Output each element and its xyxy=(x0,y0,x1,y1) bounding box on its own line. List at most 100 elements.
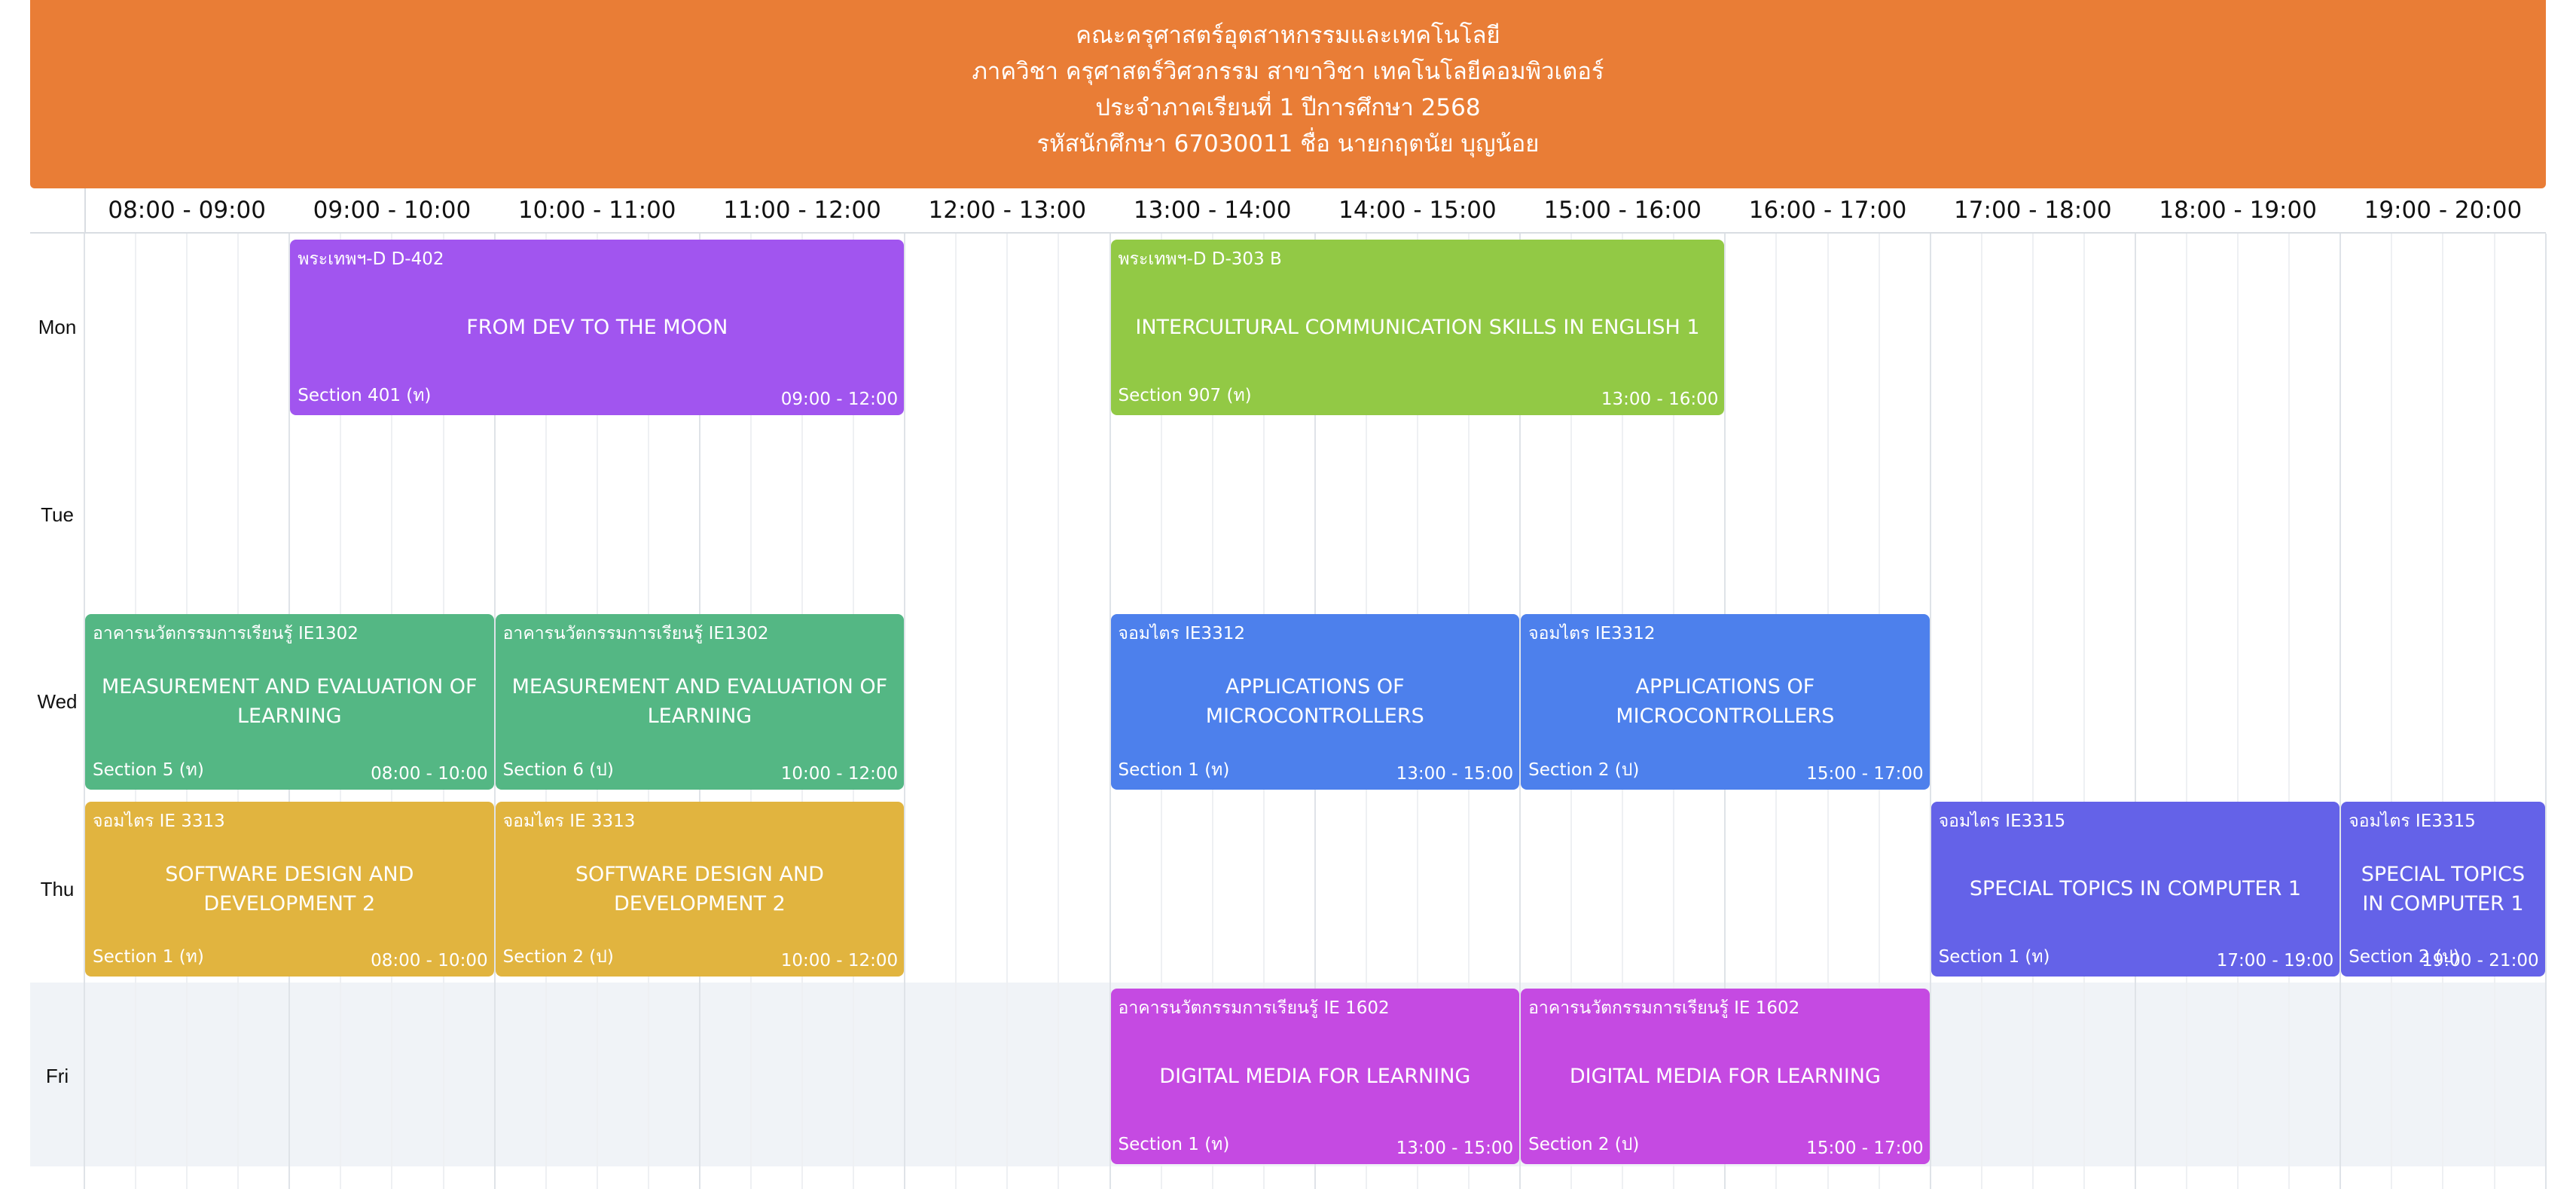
class-section: Section 1 (ท) xyxy=(1118,1134,1230,1154)
hour-gridline xyxy=(904,234,906,1189)
hour-gridline xyxy=(2339,234,2342,1189)
class-block[interactable]: อาคารนวัตกรรมการเรียนรู้ IE 1602 DIGITAL … xyxy=(1521,989,1930,1164)
quarter-gridline xyxy=(2186,234,2188,1189)
day-label-wed: Wed xyxy=(37,690,78,713)
time-slot-label: 15:00 - 16:00 xyxy=(1543,197,1702,224)
quarter-gridline xyxy=(2391,234,2393,1189)
class-time: 10:00 - 12:00 xyxy=(780,951,899,970)
class-title: SOFTWARE DESIGN AND DEVELOPMENT 2 xyxy=(165,862,414,915)
class-section: Section 1 (ท) xyxy=(1938,947,2050,967)
class-location: อาคารนวัตกรรมการเรียนรู้ IE1302 xyxy=(93,624,359,643)
class-time: 08:00 - 10:00 xyxy=(371,951,488,970)
class-section: Section 2 (ป) xyxy=(502,947,614,967)
class-time: 15:00 - 17:00 xyxy=(1806,763,1924,784)
class-location: จอมไตร IE3312 xyxy=(1528,624,1656,643)
class-location: จอมไตร IE3315 xyxy=(2349,811,2476,831)
class-title: SPECIAL TOPICS IN COMPUTER 1 xyxy=(2361,862,2526,915)
quarter-gridline xyxy=(2031,234,2034,1189)
class-section: Section 2 (ป) xyxy=(1528,1134,1640,1154)
class-location: พระเทพฯ-D D-303 B xyxy=(1118,249,1282,269)
class-block[interactable]: จอมไตร IE3312 APPLICATIONS OF MICROCONTRO… xyxy=(1110,614,1520,790)
class-location: อาคารนวัตกรรมการเรียนรู้ IE 1602 xyxy=(1528,998,1800,1018)
time-slot-label: 12:00 - 13:00 xyxy=(928,197,1087,224)
time-slot-label: 16:00 - 17:00 xyxy=(1748,197,1907,224)
class-title: FROM DEV TO THE MOON xyxy=(466,315,728,339)
hour-gridline xyxy=(2135,234,2136,1189)
quarter-gridline xyxy=(955,234,957,1189)
quarter-gridline xyxy=(2237,234,2239,1189)
hour-gridline xyxy=(2544,234,2547,1189)
time-slot-label: 09:00 - 10:00 xyxy=(313,197,472,224)
timetable: คณะครุศาสตร์อุตสาหกรรมและเทคโนโลยี ภาควิ… xyxy=(30,0,2547,1189)
class-section: Section 1 (ท) xyxy=(1118,760,1230,780)
time-slot-label: 19:00 - 20:00 xyxy=(2364,197,2523,224)
timetable-header: คณะครุศาสตร์อุตสาหกรรมและเทคโนโลยี ภาควิ… xyxy=(30,0,2546,188)
class-location: จอมไตร IE3315 xyxy=(1938,811,2066,831)
class-time: 19:00 - 21:00 xyxy=(2422,951,2539,970)
class-block[interactable]: พระเทพฯ-D D-402 FROM DEV TO THE MOON Secti… xyxy=(290,240,905,415)
day-label-fri: Fri xyxy=(45,1065,69,1087)
time-slot-label: 14:00 - 15:00 xyxy=(1338,197,1497,224)
class-section: Section 5 (ท) xyxy=(93,760,204,780)
class-time: 15:00 - 17:00 xyxy=(1806,1138,1924,1158)
class-section: Section 907 (ท) xyxy=(1118,385,1252,405)
time-slot-label: 08:00 - 09:00 xyxy=(108,197,266,224)
class-location: อาคารนวัตกรรมการเรียนรู้ IE 1602 xyxy=(1118,998,1390,1018)
quarter-gridline xyxy=(2288,234,2291,1189)
class-title: DIGITAL MEDIA FOR LEARNING xyxy=(1569,1064,1881,1088)
class-title: INTERCULTURAL COMMUNICATION SKILLS IN EN… xyxy=(1135,315,1700,339)
class-block[interactable]: จอมไตร IE 3313 SOFTWARE DESIGN AND DEVELO… xyxy=(85,801,494,977)
class-location: อาคารนวัตกรรมการเรียนรู้ IE1302 xyxy=(502,624,769,643)
class-block[interactable]: พระเทพฯ-D D-303 B INTERCULTURAL COMMUNICA… xyxy=(1110,240,1725,415)
class-time: 13:00 - 16:00 xyxy=(1601,389,1719,409)
header-row-divider xyxy=(30,232,2546,234)
class-title: MEASUREMENT AND EVALUATION OF LEARNING xyxy=(102,675,478,729)
class-block[interactable]: อาคารนวัตกรรมการเรียนรู้ IE1302 MEASUREME… xyxy=(495,614,905,790)
department-title: ภาควิชา ครุศาสตร์วิศวกรรม สาขาวิชา เทคโน… xyxy=(972,58,1604,85)
class-section: Section 401 (ท) xyxy=(298,385,432,405)
class-location: จอมไตร IE 3313 xyxy=(502,811,636,831)
class-block[interactable]: จอมไตร IE 3313 SOFTWARE DESIGN AND DEVELO… xyxy=(495,801,905,977)
class-title: SPECIAL TOPICS IN COMPUTER 1 xyxy=(1969,877,2302,901)
day-label-thu: Thu xyxy=(40,877,75,900)
class-location: จอมไตร IE 3313 xyxy=(93,811,225,831)
class-title: APPLICATIONS OF MICROCONTROLLERS xyxy=(1616,675,1835,729)
class-block[interactable]: จอมไตร IE3315 SPECIAL TOPICS IN COMPUTER … xyxy=(2341,801,2545,977)
class-time: 17:00 - 19:00 xyxy=(2216,951,2334,970)
time-slot-label: 13:00 - 14:00 xyxy=(1133,197,1292,224)
quarter-gridline xyxy=(2083,234,2085,1189)
quarter-gridline xyxy=(2493,234,2495,1189)
semester-title: ประจำภาคเรียนที่ 1 ปีการศึกษา 2568 xyxy=(1095,94,1481,121)
quarter-gridline xyxy=(1006,234,1009,1189)
time-slot-label: 18:00 - 19:00 xyxy=(2159,197,2317,224)
day-label-mon: Mon xyxy=(38,316,77,338)
class-time: 08:00 - 10:00 xyxy=(371,763,488,784)
student-info: รหัสนักศึกษา 67030011 ชื่อ นายกฤตนัย บุญ… xyxy=(1036,130,1540,157)
class-title: SOFTWARE DESIGN AND DEVELOPMENT 2 xyxy=(575,862,824,915)
quarter-gridline xyxy=(1980,234,1982,1189)
day-label-tue: Tue xyxy=(41,503,74,526)
class-time: 09:00 - 12:00 xyxy=(780,389,899,409)
class-title: APPLICATIONS OF MICROCONTROLLERS xyxy=(1205,675,1424,729)
class-location: พระเทพฯ-D D-402 xyxy=(298,249,444,269)
quarter-gridline xyxy=(1058,234,1060,1189)
time-slot-label: 10:00 - 11:00 xyxy=(517,197,676,224)
class-section: Section 6 (ป) xyxy=(502,760,614,780)
class-block[interactable]: จอมไตร IE3312 APPLICATIONS OF MICROCONTRO… xyxy=(1521,614,1930,790)
class-block[interactable]: อาคารนวัตกรรมการเรียนรู้ IE 1602 DIGITAL … xyxy=(1110,989,1520,1164)
quarter-gridline xyxy=(2442,234,2444,1189)
class-time: 10:00 - 12:00 xyxy=(780,763,899,784)
class-block[interactable]: จอมไตร IE3315 SPECIAL TOPICS IN COMPUTER … xyxy=(1930,801,2340,977)
class-section: Section 2 (ป) xyxy=(1528,760,1640,780)
class-location: จอมไตร IE3312 xyxy=(1118,624,1245,643)
time-slot-label: 11:00 - 12:00 xyxy=(723,197,881,224)
faculty-title: คณะครุศาสตร์อุตสาหกรรมและเทคโนโลยี xyxy=(1076,22,1500,49)
class-title: MEASUREMENT AND EVALUATION OF LEARNING xyxy=(511,675,888,729)
class-title: DIGITAL MEDIA FOR LEARNING xyxy=(1159,1064,1471,1088)
hour-gridline xyxy=(1929,234,1931,1189)
class-section: Section 1 (ท) xyxy=(93,947,204,967)
class-time: 13:00 - 15:00 xyxy=(1396,763,1514,784)
time-slot-label: 17:00 - 18:00 xyxy=(1954,197,2112,224)
class-block[interactable]: อาคารนวัตกรรมการเรียนรู้ IE1302 MEASUREME… xyxy=(85,614,494,790)
class-time: 13:00 - 15:00 xyxy=(1396,1138,1514,1158)
